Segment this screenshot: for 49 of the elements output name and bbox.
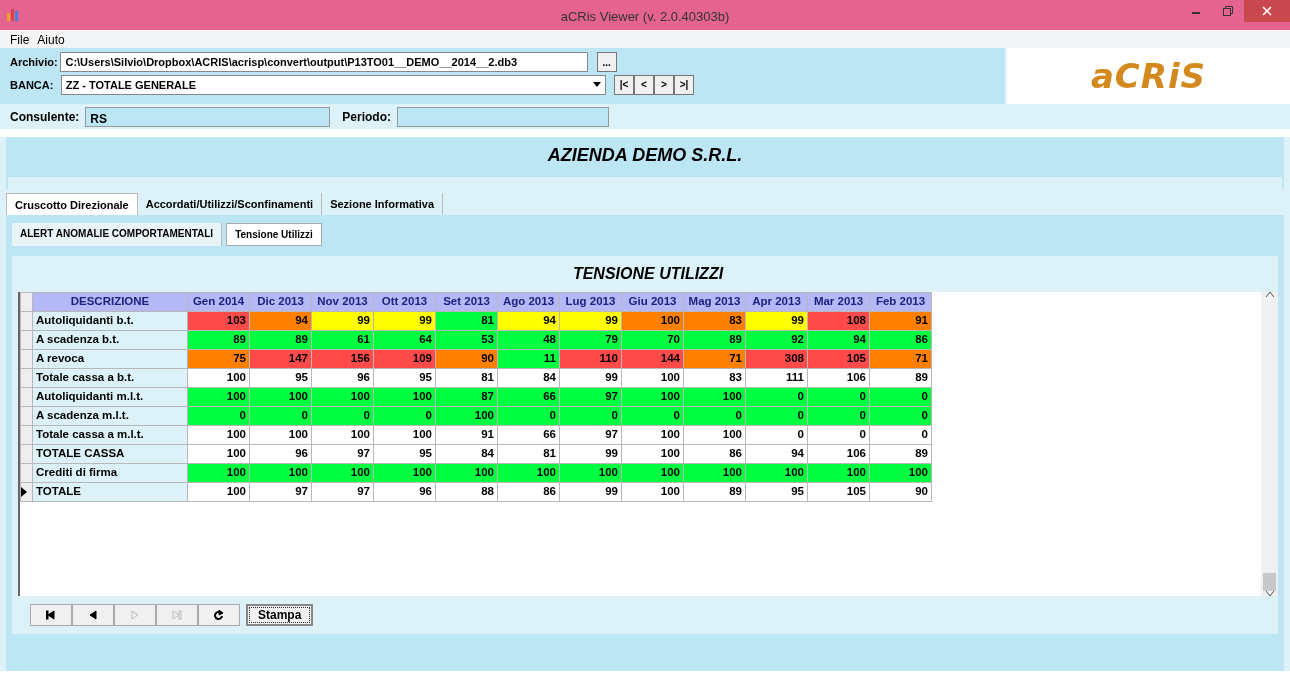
- menu-item[interactable]: Aiuto: [37, 31, 65, 47]
- refresh-button[interactable]: [198, 604, 240, 626]
- column-header: Feb 2013: [869, 292, 932, 312]
- tab[interactable]: Tensione Utilizzi: [226, 223, 322, 246]
- field-label: Archivio:: [10, 54, 58, 70]
- column-header: Set 2013: [435, 292, 498, 312]
- column-header: Dic 2013: [249, 292, 312, 312]
- close-icon: [1262, 6, 1272, 16]
- column-header: Lug 2013: [559, 292, 622, 312]
- previous-record-button[interactable]: [72, 604, 114, 626]
- column-header: DESCRIZIONE: [32, 292, 188, 312]
- record-nav-button[interactable]: >: [654, 74, 674, 95]
- scroll-down-icon: [1265, 591, 1274, 596]
- field-label: Consulente:: [10, 108, 80, 126]
- field-label: BANCA:: [10, 77, 55, 93]
- column-header: Apr 2013: [745, 292, 808, 312]
- field-label: Periodo:: [342, 108, 391, 126]
- grid-title: TENSIONE UTILIZZI: [571, 264, 725, 284]
- column-header: Ago 2013: [497, 292, 560, 312]
- column-header: Nov 2013: [311, 292, 374, 312]
- app-icon: [6, 7, 20, 21]
- tab[interactable]: ALERT ANOMALIE COMPORTAMENTALI: [12, 223, 223, 246]
- dropdown-value: ZZ - TOTALE GENERALE: [65, 77, 197, 93]
- record-nav-button[interactable]: >|: [674, 74, 694, 95]
- column-header: Ott 2013: [373, 292, 436, 312]
- first-record-button[interactable]: [30, 604, 72, 626]
- bank-dropdown[interactable]: ZZ - TOTALE GENERALE: [60, 74, 606, 95]
- restore-icon: [1223, 6, 1233, 16]
- browse-button[interactable]: ...: [596, 52, 617, 72]
- scroll-up-icon: [1265, 292, 1274, 297]
- close-button[interactable]: [1244, 0, 1290, 22]
- column-header: Mag 2013: [683, 292, 746, 312]
- column-header: Gen 2014: [187, 292, 250, 312]
- file-path-field[interactable]: C:\Users\Silvio\Dropbox\ACRIS\acrisp\convert\output\P13TO01__DEMO__2014__2.db3: [60, 52, 589, 72]
- column-header: Mar 2013: [807, 292, 870, 312]
- column-header: Giu 2013: [621, 292, 684, 312]
- record-nav-button[interactable]: |<: [614, 74, 634, 95]
- logo: aCRiS: [1090, 54, 1207, 98]
- dropdown-arrow-icon: [592, 82, 601, 88]
- scroll-thumb[interactable]: [1263, 573, 1276, 591]
- company-name: AZIENDA DEMO S.R.L.: [546, 144, 744, 167]
- consultant-field[interactable]: RS: [85, 106, 331, 127]
- tab[interactable]: Cruscotto Direzionale: [6, 193, 138, 215]
- menu-item[interactable]: File: [10, 31, 30, 47]
- period-field[interactable]: [397, 106, 609, 127]
- window-title: aCRis Viewer (v. 2.0.40303b): [559, 8, 731, 26]
- print-button[interactable]: Stampa: [246, 604, 314, 626]
- record-nav-button[interactable]: <: [634, 74, 654, 95]
- scrollbar[interactable]: [1261, 292, 1278, 596]
